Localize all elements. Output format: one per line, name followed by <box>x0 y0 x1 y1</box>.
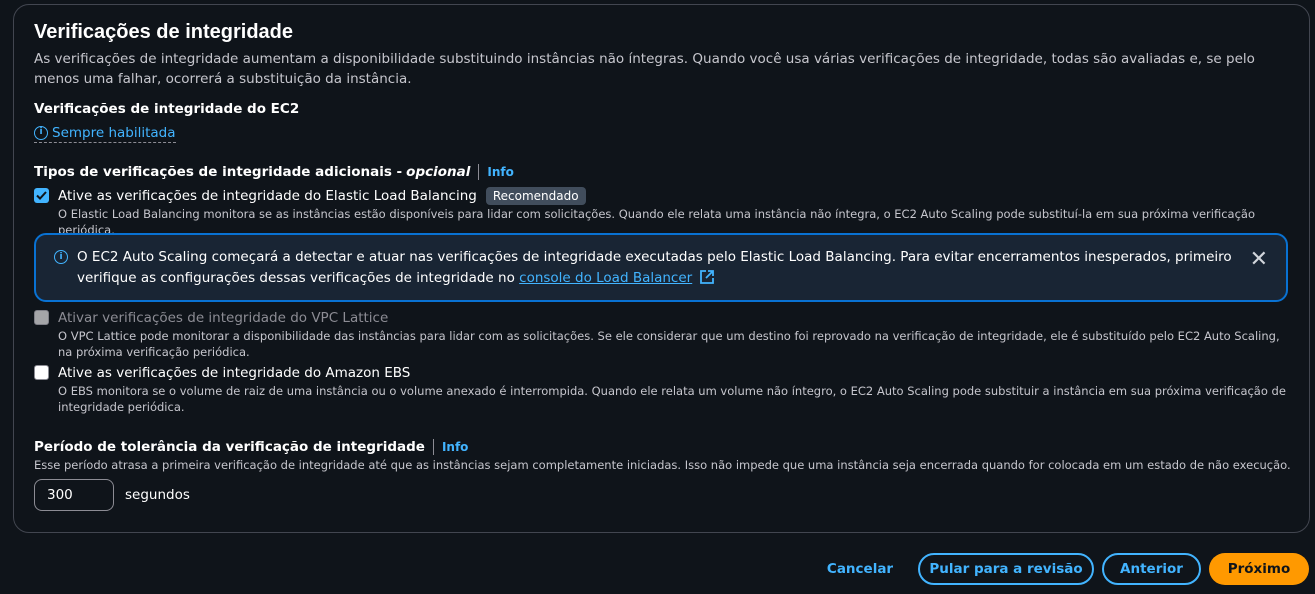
close-icon[interactable]: ✕ <box>1250 249 1268 271</box>
ec2-always-enabled[interactable]: i Sempre habilitada <box>34 125 176 143</box>
ec2-health-label: Verificações de integridade do EC2 <box>34 101 300 117</box>
vpc-check-title: Ativar verificações de integridade do VP… <box>58 310 389 326</box>
health-checks-panel: Verificações de integridade As verificaç… <box>13 4 1310 533</box>
skip-to-review-button[interactable]: Pular para a revisão <box>918 553 1094 585</box>
external-link-icon <box>699 270 714 284</box>
vpc-check-description: O VPC Lattice pode monitorar a disponibi… <box>58 329 1280 359</box>
checkmark-icon <box>36 190 47 200</box>
elb-checkbox[interactable] <box>34 187 49 203</box>
divider <box>432 439 434 455</box>
previous-button[interactable]: Anterior <box>1102 553 1201 585</box>
vpc-checkbox[interactable] <box>34 310 49 325</box>
grace-period-description: Esse período atrasa a primeira verificaç… <box>34 458 1291 472</box>
grace-period-unit: segundos <box>125 487 190 503</box>
elb-check-title: Ative as verificações de integridade do … <box>58 187 477 204</box>
ebs-check-row: Ative as verificações de integridade do … <box>34 363 1294 415</box>
ec2-status-text: Sempre habilitada <box>52 124 176 141</box>
additional-label-row: Tipos de verificações de integridade adi… <box>34 162 1289 182</box>
grace-info-link[interactable]: Info <box>442 437 468 457</box>
optional-label: opcional <box>406 163 471 180</box>
cancel-button[interactable]: Cancelar <box>816 553 904 585</box>
section-title: Verificações de integridade <box>34 21 293 43</box>
vpc-check-row: Ativar verificações de integridade do VP… <box>34 308 1294 360</box>
ebs-checkbox[interactable] <box>34 365 49 380</box>
ebs-check-title: Ative as verificações de integridade do … <box>58 365 411 381</box>
grace-period-input[interactable] <box>34 479 114 511</box>
elb-info-alert: i O EC2 Auto Scaling começará a detectar… <box>34 233 1288 302</box>
elb-check-row: Ative as verificações de integridade do … <box>34 186 1289 238</box>
grace-period-label: Período de tolerância da verificação de … <box>34 439 425 455</box>
next-button[interactable]: Próximo <box>1209 553 1309 585</box>
divider <box>478 163 480 180</box>
section-description: As verificações de integridade aumentam … <box>34 51 1255 87</box>
info-icon: i <box>54 250 68 264</box>
additional-label: Tipos de verificações de integridade adi… <box>34 163 403 180</box>
ebs-check-description: O EBS monitora se o volume de raiz de um… <box>58 384 1286 414</box>
recommended-badge: Recomendado <box>485 186 586 205</box>
additional-info-link[interactable]: Info <box>487 162 513 182</box>
info-icon: i <box>34 125 48 140</box>
load-balancer-console-link[interactable]: console do Load Balancer <box>519 270 692 286</box>
grace-label-row: Período de tolerância da verificação de … <box>34 437 1294 457</box>
